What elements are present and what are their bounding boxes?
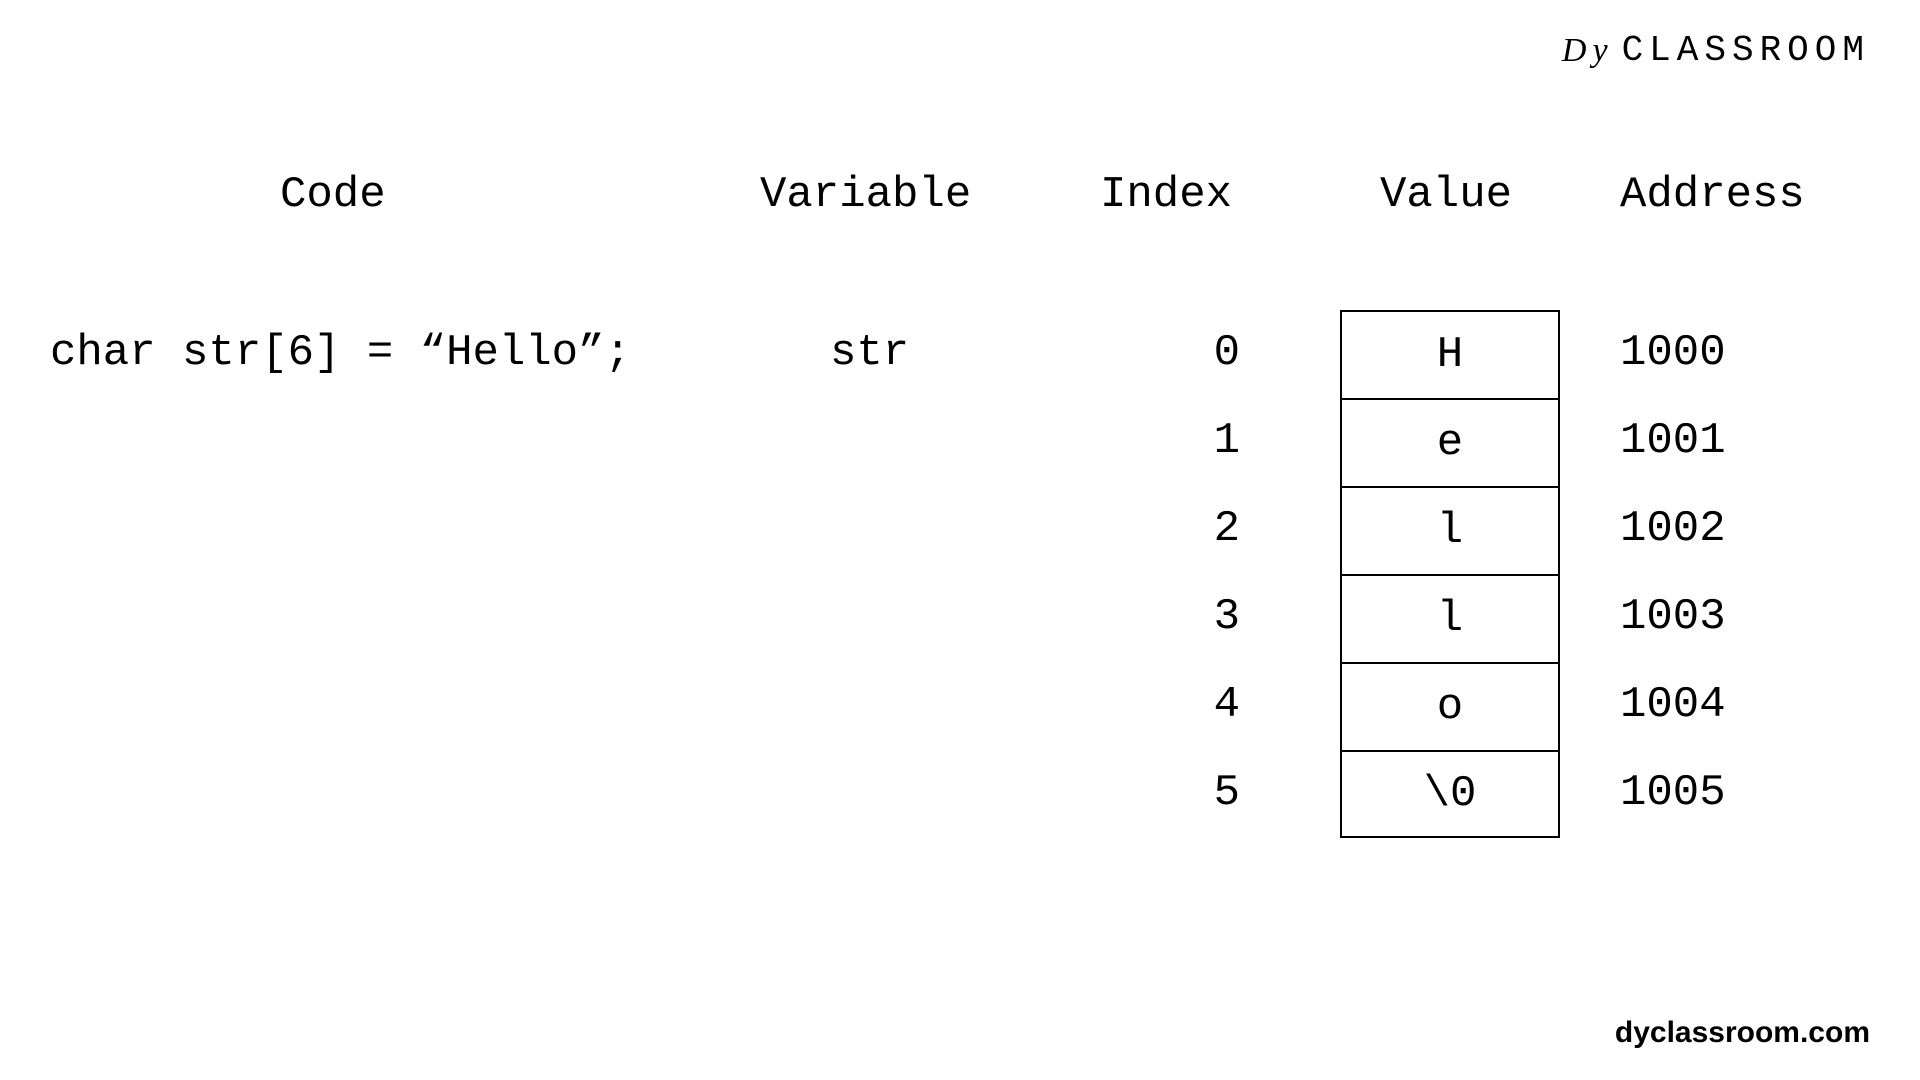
header-value: Value [1380,170,1512,220]
address-cell: 1000 [1620,328,1726,378]
index-cell: 0 [1210,328,1240,378]
logo-text: CLASSROOM [1622,30,1870,71]
value-cell: H [1340,310,1560,398]
index-cell: 5 [1210,768,1240,818]
header-code: Code [280,170,386,220]
value-cell: l [1340,486,1560,574]
address-cell: 1002 [1620,504,1726,554]
brand-logo: Dy CLASSROOM [1562,30,1870,71]
address-cell: 1001 [1620,416,1726,466]
value-cell: o [1340,662,1560,750]
header-variable: Variable [760,170,971,220]
code-declaration: char str[6] = “Hello”; [50,328,631,378]
logo-prefix-icon: Dy [1562,32,1614,70]
index-cell: 1 [1210,416,1240,466]
footer-url: dyclassroom.com [1615,1016,1870,1050]
variable-name: str [830,328,909,378]
index-cell: 3 [1210,592,1240,642]
address-cell: 1004 [1620,680,1726,730]
value-cell: l [1340,574,1560,662]
header-address: Address [1620,170,1805,220]
value-cell: e [1340,398,1560,486]
index-cell: 2 [1210,504,1240,554]
header-index: Index [1100,170,1232,220]
index-cell: 4 [1210,680,1240,730]
value-cell: \0 [1340,750,1560,838]
address-cell: 1005 [1620,768,1726,818]
address-cell: 1003 [1620,592,1726,642]
